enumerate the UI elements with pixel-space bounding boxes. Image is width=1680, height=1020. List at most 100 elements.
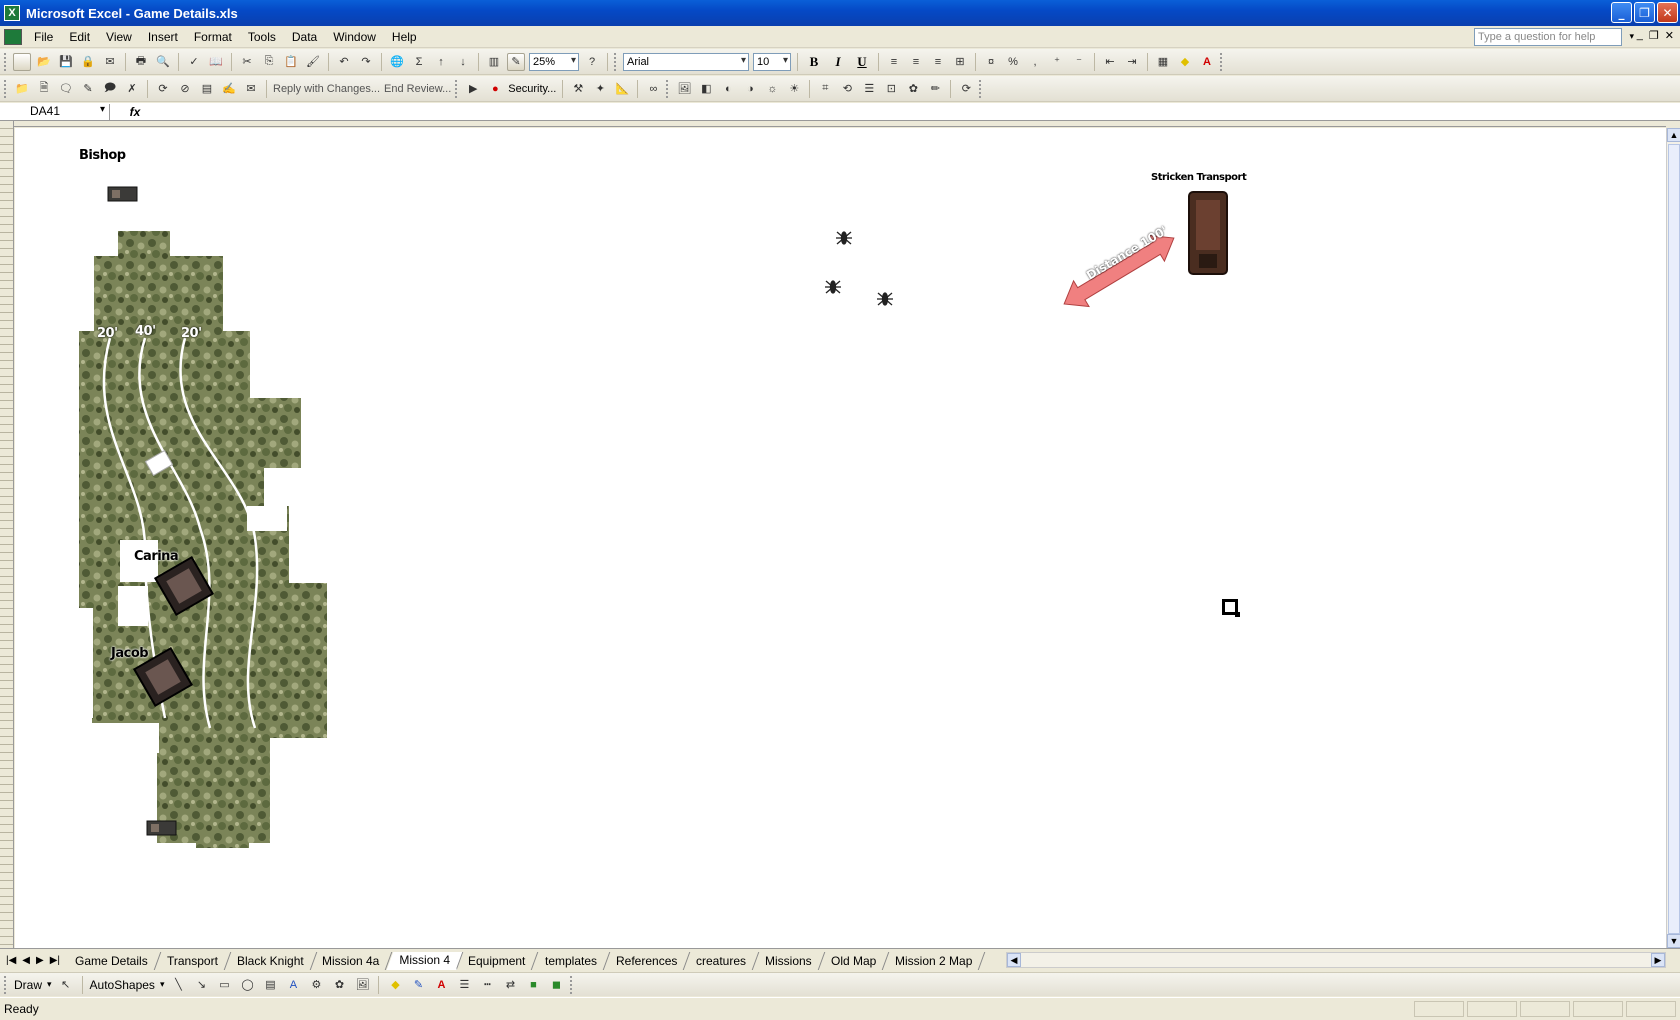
restore-button[interactable]: ❐ [1634,2,1655,23]
tab-templates[interactable]: templates [532,951,611,970]
next-sheet-icon[interactable]: ▶ [36,955,44,966]
wordart-icon[interactable]: A [284,976,302,994]
workbook-minimize-icon[interactable]: _ [1637,29,1643,42]
brightness-up-icon[interactable]: ☼ [763,80,781,98]
tab-mission-4[interactable]: Mission 4 [386,951,463,970]
decrease-decimal-icon[interactable]: ⁻ [1070,53,1088,71]
rectangle-icon[interactable]: ▭ [215,976,233,994]
name-box[interactable]: DA41 [0,103,110,120]
new-icon[interactable] [13,52,31,71]
new-comment-icon[interactable]: 🗨 [57,80,75,98]
open-folder-icon[interactable]: 📁 [13,80,31,98]
zoom-select[interactable]: 25% [529,52,579,71]
last-sheet-icon[interactable]: ▶| [50,955,60,966]
percent-button[interactable]: % [1004,53,1022,71]
minimize-button[interactable]: _ [1611,2,1632,23]
scroll-up-icon[interactable]: ▲ [1667,128,1680,142]
reset-picture-icon[interactable]: ⟳ [957,80,975,98]
autosum-icon[interactable]: Σ [410,53,428,71]
toolbar-options-icon[interactable] [1220,52,1223,71]
design-mode-icon[interactable]: 📐 [613,80,631,98]
brightness-down-icon[interactable]: ☀ [785,80,803,98]
end-review-button[interactable]: End Review... [384,83,451,95]
toolbar-options-icon[interactable] [979,79,982,98]
open-icon[interactable]: 📂 [35,53,53,71]
prev-sheet-icon[interactable]: ◀ [22,955,30,966]
redo-icon[interactable]: ↷ [357,53,375,71]
fill-color-draw-icon[interactable]: ◆ [386,976,404,994]
scroll-thumb[interactable] [1668,144,1680,934]
picture-icon[interactable]: 🖼 [353,976,371,994]
recolor-icon[interactable]: ✿ [904,80,922,98]
insert-picture-icon[interactable]: 🖼 [675,80,693,98]
reject-icon[interactable]: ⊘ [176,80,194,98]
edit-comment-icon[interactable]: ✎ [79,80,97,98]
tab-mission-2-map[interactable]: Mission 2 Map [882,951,986,970]
toolbar-options-icon[interactable] [570,975,573,994]
scroll-right-icon[interactable]: ▶ [1651,953,1665,967]
increase-indent-icon[interactable]: ⇥ [1123,53,1141,71]
spelling-icon[interactable]: ✓ [185,53,203,71]
currency-icon[interactable]: ¤ [982,53,1000,71]
clip-art-icon[interactable]: ✿ [330,976,348,994]
rotate-icon[interactable]: ⟲ [838,80,856,98]
diagram-icon[interactable]: ⚙ [307,976,325,994]
control-toolbox-icon[interactable]: ✦ [591,80,609,98]
worksheet-grid[interactable]: Bishop Carina Jacob Stricken Transport D… [15,128,1666,948]
workbook-close-icon[interactable]: ✕ [1665,29,1674,42]
sort-ascending-icon[interactable]: ↑ [432,53,450,71]
ink-icon[interactable]: ✍ [220,80,238,98]
contrast-up-icon[interactable]: ◐ [719,80,737,98]
undo-icon[interactable]: ↶ [335,53,353,71]
underline-button[interactable]: U [852,53,872,71]
paste-icon[interactable]: 📋 [282,53,300,71]
menu-help[interactable]: Help [384,30,425,44]
menu-edit[interactable]: Edit [61,30,98,44]
chart-wizard-icon[interactable]: ▥ [485,53,503,71]
active-cell[interactable] [1222,599,1240,617]
toolbar-grip[interactable] [4,79,7,98]
reply-with-changes-button[interactable]: Reply with Changes... [273,83,380,95]
copy-icon[interactable]: ⎘ [260,53,278,71]
record-macro-icon[interactable]: ● [486,80,504,98]
tab-missions[interactable]: Missions [752,951,826,970]
workbook-icon[interactable] [4,28,22,45]
column-headers[interactable] [14,121,1666,127]
tab-references[interactable]: References [603,951,691,970]
comma-button[interactable]: , [1026,53,1044,71]
crop-icon[interactable]: ⌗ [816,80,834,98]
menu-insert[interactable]: Insert [140,30,186,44]
tab-transport[interactable]: Transport [154,951,231,970]
mail-recipient-icon[interactable]: ✉ [242,80,260,98]
tab-old-map[interactable]: Old Map [818,951,890,970]
shadow-style-icon[interactable]: ■ [524,976,542,994]
bold-button[interactable]: B [804,53,824,71]
draw-menu-button[interactable]: Draw [14,978,42,992]
merge-center-icon[interactable]: ⊞ [951,53,969,71]
text-box-icon[interactable]: ▤ [261,976,279,994]
vertical-scrollbar[interactable]: ▲ ▼ [1666,128,1680,948]
scroll-down-icon[interactable]: ▼ [1667,934,1680,948]
tab-mission-4a[interactable]: Mission 4a [310,951,393,970]
permission-icon[interactable]: 🔒 [79,53,97,71]
print-preview-icon[interactable]: 🔍 [154,53,172,71]
workbook-restore-icon[interactable]: ❐ [1649,29,1659,42]
menu-format[interactable]: Format [186,30,240,44]
dash-style-icon[interactable]: ┅ [478,976,496,994]
close-button[interactable]: ✕ [1657,2,1678,23]
link-icon[interactable]: ∞ [644,80,662,98]
color-icon[interactable]: ◧ [697,80,715,98]
research-icon[interactable]: 📖 [207,53,225,71]
vb-editor-icon[interactable]: ⚒ [569,80,587,98]
format-picture-icon[interactable]: ✏ [926,80,944,98]
run-macro-icon[interactable]: ▶ [464,80,482,98]
security-button[interactable]: Security... [508,83,556,95]
toolbar-grip[interactable] [4,52,7,71]
autoshapes-menu-button[interactable]: AutoShapes [90,978,155,992]
arrow-style-icon[interactable]: ⇄ [501,976,519,994]
insert-function-icon[interactable]: fx [110,105,160,119]
line-icon[interactable]: ╲ [169,976,187,994]
email-icon[interactable]: ✉ [101,53,119,71]
tab-equipment[interactable]: Equipment [456,951,540,970]
decrease-indent-icon[interactable]: ⇤ [1101,53,1119,71]
